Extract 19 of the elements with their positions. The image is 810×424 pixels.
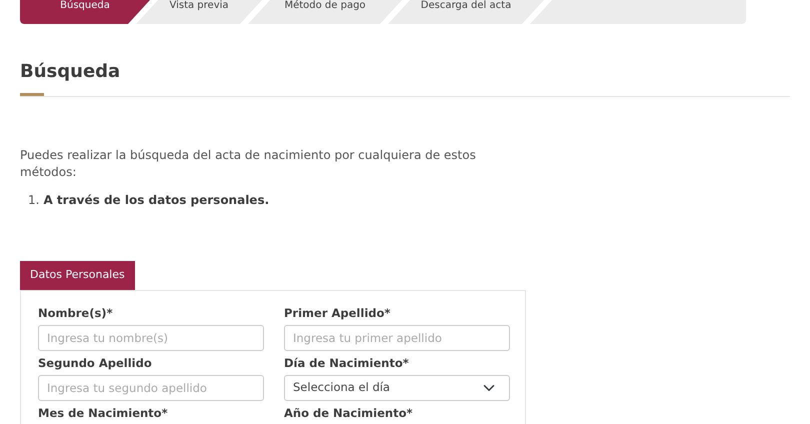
field-label: Primer Apellido* <box>284 306 392 320</box>
field-label: Año de Nacimiento* <box>284 406 414 420</box>
progress-step: Método de pago <box>248 0 402 24</box>
select-field[interactable]: Selecciona el día <box>284 374 510 400</box>
intro-text: Puedes realizar la búsqueda del acta de nacimiento por cualquiera de estos métodos: <box>20 147 477 181</box>
input-field[interactable]: Ingresa tu primer apellido <box>284 324 510 350</box>
input-field[interactable]: Ingresa tu segundo apellido <box>38 374 264 400</box>
heading-accent <box>20 93 44 96</box>
field-label: Día de Nacimiento* <box>284 356 410 370</box>
field-label: Mes de Nacimiento* <box>38 406 169 420</box>
page-heading: Búsqueda <box>20 60 122 84</box>
list-item-text: A través de los datos personales. <box>43 192 270 209</box>
list-number: 1. <box>28 192 40 209</box>
progress-step: Vista previa <box>136 0 262 24</box>
field-label: Nombre(s)* <box>38 306 114 320</box>
input-field[interactable]: Ingresa tu nombre(s) <box>38 324 264 350</box>
field-label: Segundo Apellido <box>38 356 153 370</box>
progress-step: Descarga del acta <box>388 0 544 24</box>
form-tab[interactable]: Datos Personales <box>20 261 135 290</box>
